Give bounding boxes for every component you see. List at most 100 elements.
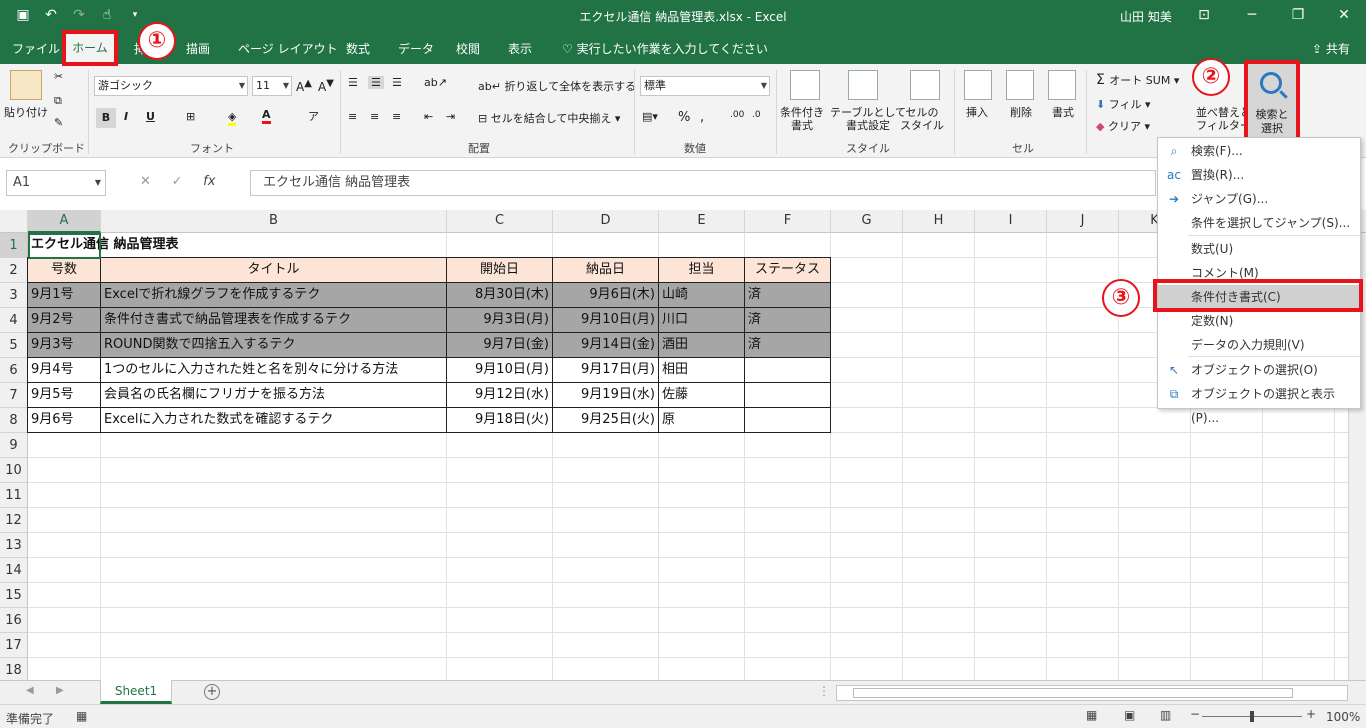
fill-color-icon[interactable]: ◈	[228, 110, 237, 126]
table-cell[interactable]: 9月10日(月)	[552, 307, 659, 333]
zoom-slider-thumb[interactable]	[1250, 711, 1254, 722]
sort-filter-button[interactable]: 並べ替えと フィルター	[1196, 106, 1251, 132]
table-cell[interactable]: 9月2号	[27, 307, 101, 333]
accounting-format-icon[interactable]: ▤▾	[642, 110, 658, 123]
format-as-table-icon[interactable]	[848, 70, 878, 100]
cut-icon[interactable]: ✂	[54, 70, 63, 83]
row-header[interactable]: 8	[0, 408, 28, 433]
restore-button[interactable]: ❐	[1286, 4, 1310, 26]
menu-item[interactable]: ⌕ 検索(F)...	[1158, 139, 1360, 163]
tab-home[interactable]: ホーム	[62, 30, 118, 66]
user-name[interactable]: 山田 知美	[1120, 8, 1172, 25]
ribbon-display-options-icon[interactable]: ⊡	[1192, 4, 1216, 26]
align-top-icon[interactable]: ☰	[348, 76, 358, 89]
borders-icon[interactable]: ⊞	[186, 110, 195, 123]
table-cell[interactable]: 9月19日(水)	[552, 382, 659, 408]
row-header[interactable]: 15	[0, 583, 28, 608]
table-cell[interactable]: 相田	[658, 357, 745, 383]
row-header[interactable]: 6	[0, 358, 28, 383]
table-header-cell[interactable]: ステータス	[744, 257, 831, 283]
shrink-font-icon[interactable]: A▼	[318, 78, 334, 94]
table-header-cell[interactable]: 号数	[27, 257, 101, 283]
page-layout-view-icon[interactable]: ▣	[1124, 708, 1135, 722]
format-painter-icon[interactable]: ✎	[54, 116, 63, 129]
conditional-formatting-button[interactable]: 条件付き 書式	[780, 106, 824, 132]
table-cell[interactable]: 8月30日(木)	[446, 282, 553, 308]
table-cell[interactable]: 9月6日(木)	[552, 282, 659, 308]
increase-decimal-icon[interactable]: .00	[730, 110, 744, 120]
table-cell[interactable]: 済	[744, 282, 831, 308]
table-cell[interactable]: 原	[658, 407, 745, 433]
table-cell[interactable]: 9月17日(月)	[552, 357, 659, 383]
fill-button[interactable]: ⬇ フィル ▾	[1096, 96, 1151, 112]
row-header[interactable]: 12	[0, 508, 28, 533]
table-header-cell[interactable]: 納品日	[552, 257, 659, 283]
column-header[interactable]: F	[745, 210, 831, 233]
row-header[interactable]: 1	[0, 233, 28, 258]
tell-me-box[interactable]: ♡ 実行したい作業を入力してください	[562, 40, 768, 57]
table-cell[interactable]: 9月14日(金)	[552, 332, 659, 358]
tab-draw[interactable]: 描画	[186, 40, 210, 57]
table-cell[interactable]	[744, 382, 831, 408]
percent-style-icon[interactable]: %	[678, 110, 690, 125]
tab-page-layout[interactable]: ページ レイアウト	[238, 40, 338, 57]
align-center-icon[interactable]: ≡	[370, 110, 379, 123]
table-cell[interactable]: 山崎	[658, 282, 745, 308]
table-cell[interactable]	[744, 407, 831, 433]
table-cell[interactable]: 済	[744, 307, 831, 333]
row-header[interactable]: 17	[0, 633, 28, 658]
menu-item[interactable]: ↖ オブジェクトの選択(O)	[1158, 358, 1360, 382]
table-cell[interactable]: 9月18日(火)	[446, 407, 553, 433]
close-button[interactable]: ✕	[1332, 4, 1356, 26]
menu-item[interactable]: 数式(U)	[1158, 237, 1360, 261]
bold-button[interactable]: B	[96, 108, 116, 128]
tab-data[interactable]: データ	[398, 40, 434, 57]
underline-button[interactable]: U	[146, 110, 155, 123]
find-select-button[interactable]: 検索と 選択	[1244, 60, 1300, 142]
table-cell[interactable]: 9月7日(金)	[446, 332, 553, 358]
wrap-text-button[interactable]: ab↵ 折り返して全体を表示する	[478, 78, 636, 94]
table-cell[interactable]	[744, 357, 831, 383]
format-cells-button[interactable]: 書式	[1052, 106, 1074, 119]
table-cell[interactable]: 川口	[658, 307, 745, 333]
sheet-tab-sheet1[interactable]: Sheet1	[100, 680, 172, 704]
formula-input[interactable]: エクセル通信 納品管理表	[250, 170, 1156, 196]
menu-item[interactable]: 定数(N)	[1158, 309, 1360, 333]
table-cell[interactable]: Excelに入力された数式を確認するテク	[100, 407, 447, 433]
cancel-icon[interactable]: ✕	[140, 174, 151, 189]
paste-icon[interactable]	[10, 70, 42, 100]
row-header[interactable]: 4	[0, 308, 28, 333]
menu-item[interactable]: ac 置換(R)...	[1158, 163, 1360, 187]
cell-styles-button[interactable]: セルの スタイル	[900, 106, 944, 132]
zoom-in-icon[interactable]: +	[1306, 707, 1316, 721]
row-header[interactable]: 2	[0, 258, 28, 283]
row-header[interactable]: 7	[0, 383, 28, 408]
format-as-table-button[interactable]: テーブルとして 書式設定	[830, 106, 906, 132]
tab-file[interactable]: ファイル	[12, 40, 60, 57]
cell-styles-icon[interactable]	[910, 70, 940, 100]
comma-style-icon[interactable]: ,	[700, 110, 704, 125]
tab-view[interactable]: 表示	[508, 40, 532, 57]
prev-sheet-icon[interactable]: ◀	[26, 685, 34, 696]
macro-record-icon[interactable]: ▦	[76, 709, 87, 723]
row-header[interactable]: 11	[0, 483, 28, 508]
table-cell[interactable]: Excelで折れ線グラフを作成するテク	[100, 282, 447, 308]
merge-center-button[interactable]: ⊟ セルを結合して中央揃え ▾	[478, 110, 620, 126]
grow-font-icon[interactable]: A▲	[296, 78, 312, 94]
menu-item[interactable]: 条件を選択してジャンプ(S)...	[1158, 211, 1360, 235]
align-left-icon[interactable]: ≡	[348, 110, 357, 123]
insert-cells-icon[interactable]	[964, 70, 992, 100]
number-format-select[interactable]: 標準 ▼	[640, 76, 770, 96]
table-cell[interactable]: 9月10日(月)	[446, 357, 553, 383]
font-name-select[interactable]: 游ゴシック ▼	[94, 76, 248, 96]
row-header[interactable]: 3	[0, 283, 28, 308]
table-cell[interactable]: 条件付き書式で納品管理表を作成するテク	[100, 307, 447, 333]
table-cell[interactable]: 酒田	[658, 332, 745, 358]
decrease-decimal-icon[interactable]: .0	[752, 110, 761, 120]
share-button[interactable]: ⇪ 共有	[1312, 40, 1350, 57]
table-cell[interactable]: 佐藤	[658, 382, 745, 408]
table-cell[interactable]: 9月1号	[27, 282, 101, 308]
insert-cells-button[interactable]: 挿入	[966, 106, 988, 119]
column-header[interactable]: G	[831, 210, 903, 233]
tab-review[interactable]: 校閲	[456, 40, 480, 57]
